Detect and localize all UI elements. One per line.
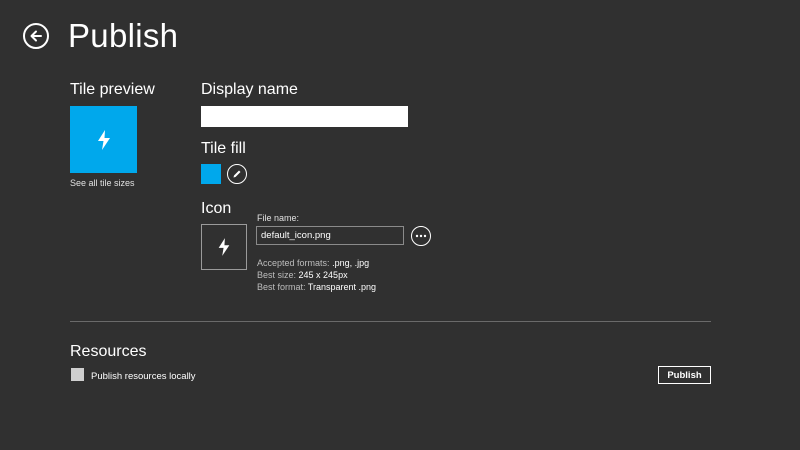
file-name-label: File name:: [257, 213, 300, 223]
display-name-input[interactable]: [201, 106, 408, 127]
page-title: Publish: [68, 17, 179, 54]
lightning-bolt-icon: [97, 129, 110, 150]
edit-tile-fill-button[interactable]: [227, 164, 247, 184]
tile-fill-label: Tile fill: [201, 140, 246, 157]
best-format-info: Best format: Transparent .png: [257, 282, 377, 292]
tile-fill-swatch[interactable]: [201, 164, 221, 184]
publish-resources-checkbox[interactable]: [71, 368, 84, 381]
tile-preview-title: Tile preview: [70, 81, 155, 98]
browse-file-button[interactable]: [411, 226, 431, 246]
arrow-left-icon: [30, 30, 42, 42]
display-name-label: Display name: [201, 81, 298, 98]
section-divider: [70, 321, 711, 322]
file-name-input[interactable]: [256, 226, 404, 245]
pencil-icon: [233, 170, 241, 178]
icon-preview: [201, 224, 247, 270]
back-button[interactable]: [23, 23, 49, 49]
resources-title: Resources: [70, 343, 147, 360]
icon-section-label: Icon: [201, 200, 232, 217]
lightning-bolt-icon: [218, 238, 230, 256]
see-all-tile-sizes-link[interactable]: See all tile sizes: [70, 178, 135, 189]
publish-resources-label: Publish resources locally: [91, 371, 196, 382]
more-ellipsis-icon: [415, 234, 427, 238]
tile-preview: [70, 106, 137, 173]
publish-button[interactable]: Publish: [658, 366, 711, 384]
